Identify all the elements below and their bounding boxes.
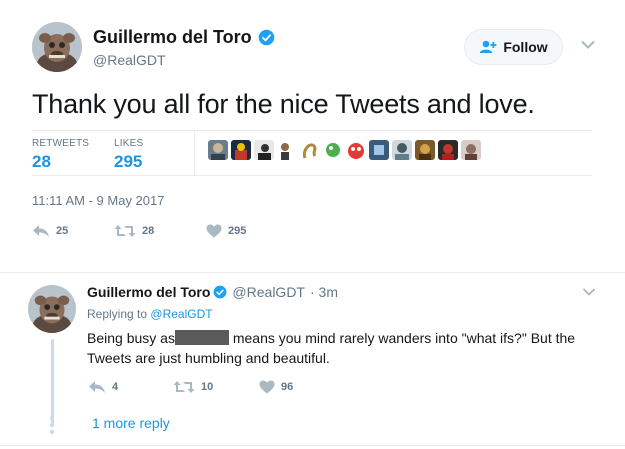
redaction-box (174, 330, 229, 345)
thread-dots (50, 416, 54, 434)
reply-icon (89, 381, 105, 393)
like-count: 96 (281, 381, 294, 393)
more-replies-link[interactable]: 1 more reply (92, 415, 170, 431)
chevron-down-icon[interactable] (583, 288, 595, 296)
retweets-stat[interactable]: RETWEETS 28 (32, 138, 89, 172)
reply-count: 25 (56, 225, 69, 237)
retweet-icon (173, 381, 195, 393)
reply-author-avatar[interactable] (28, 285, 76, 333)
retweet-icon (114, 225, 136, 237)
reply-text-before: Being busy as (87, 330, 175, 346)
reply-time[interactable]: · 3m (310, 284, 338, 300)
liker-avatar[interactable] (231, 140, 251, 160)
heart-icon (259, 380, 275, 394)
retweet-button[interactable]: 10 (173, 380, 259, 394)
liker-avatar[interactable] (392, 140, 412, 160)
chevron-down-icon[interactable] (581, 40, 595, 50)
thread-line (51, 339, 54, 425)
like-button[interactable]: 96 (259, 380, 293, 394)
liker-avatar[interactable] (208, 140, 228, 160)
reply-button[interactable]: 4 (88, 380, 173, 394)
follow-label: Follow (503, 39, 548, 55)
replying-to-handle[interactable]: @RealGDT (150, 307, 212, 321)
likes-stat[interactable]: LIKES 295 (114, 138, 143, 172)
liker-avatar[interactable] (277, 140, 297, 160)
reply-button[interactable]: 25 (32, 224, 114, 238)
tweet-timestamp[interactable]: 11:11 AM - 9 May 2017 (32, 193, 164, 208)
liker-avatar[interactable] (461, 140, 481, 160)
author-avatar[interactable] (32, 22, 82, 72)
liker-avatar[interactable] (369, 140, 389, 160)
main-tweet: Guillermo del Toro @RealGDT Follow Thank… (0, 0, 625, 272)
reply-actions: 4 10 96 (88, 380, 293, 394)
verified-badge-icon (258, 29, 274, 46)
author-name[interactable]: Guillermo del Toro (93, 27, 275, 48)
retweet-count: 28 (142, 225, 155, 237)
author-name-text[interactable]: Guillermo del Toro (93, 27, 252, 48)
thread-dot (50, 423, 54, 427)
thread-dot (50, 430, 54, 434)
liker-avatars (208, 140, 481, 160)
tweet-actions: 25 28 295 (32, 224, 246, 238)
verified-badge-icon (214, 285, 227, 299)
liker-avatar[interactable] (300, 140, 320, 160)
reply-author-handle[interactable]: @RealGDT (232, 284, 305, 300)
replying-to-prefix: Replying to (87, 307, 148, 321)
tweet-text: Thank you all for the nice Tweets and lo… (32, 89, 535, 119)
add-person-icon (480, 40, 497, 53)
reply-header: Guillermo del Toro @RealGDT · 3m (87, 284, 338, 300)
tweet-stats: RETWEETS 28 LIKES 295 (32, 130, 592, 176)
liker-avatar[interactable] (323, 140, 343, 160)
stats-divider (194, 131, 195, 176)
retweet-count: 10 (201, 381, 214, 393)
author-handle[interactable]: @RealGDT (93, 52, 166, 68)
liker-avatar[interactable] (438, 140, 458, 160)
likes-count: 295 (114, 152, 143, 171)
reply-count: 4 (112, 381, 119, 393)
retweets-label: RETWEETS (32, 138, 90, 149)
follow-button[interactable]: Follow (464, 29, 563, 65)
retweets-count: 28 (32, 152, 51, 171)
liker-avatar[interactable] (254, 140, 274, 160)
reply-author-name[interactable]: Guillermo del Toro (87, 284, 210, 300)
thread-dot (50, 416, 54, 420)
reply-tweet[interactable]: Guillermo del Toro @RealGDT · 3m Replyin… (0, 273, 625, 449)
replying-to: Replying to @RealGDT (87, 307, 213, 321)
bottom-divider (0, 445, 625, 446)
reply-text: Being busy as means you mind rarely wand… (87, 328, 592, 368)
like-button[interactable]: 295 (206, 224, 246, 238)
liker-avatar[interactable] (346, 140, 366, 160)
heart-icon (206, 224, 222, 238)
retweet-button[interactable]: 28 (114, 224, 206, 238)
like-count: 295 (228, 225, 247, 237)
liker-avatar[interactable] (415, 140, 435, 160)
reply-icon (33, 225, 49, 237)
likes-label: LIKES (114, 138, 144, 149)
